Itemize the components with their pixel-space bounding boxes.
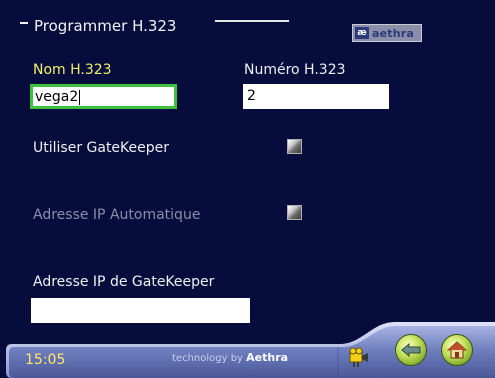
nom-h323-input[interactable]: vega2 bbox=[30, 84, 177, 109]
text-cursor bbox=[79, 89, 81, 105]
ip-auto-checkbox[interactable] bbox=[287, 205, 302, 220]
title-dash bbox=[20, 22, 28, 24]
camera-icon[interactable] bbox=[348, 346, 370, 368]
gatekeeper-label: Utiliser GateKeeper bbox=[33, 140, 170, 156]
numero-h323-input[interactable]: 2 bbox=[243, 84, 389, 109]
numero-h323-label: Numéro H.323 bbox=[244, 62, 346, 78]
back-arrow-icon bbox=[401, 343, 421, 357]
page-title: Programmer H.323 bbox=[20, 15, 176, 37]
aethra-logo: æ aethra bbox=[352, 24, 422, 42]
home-icon bbox=[447, 341, 467, 359]
tech-brand: Aethra bbox=[246, 351, 289, 364]
logo-mark: æ bbox=[355, 27, 369, 39]
page-title-text: Programmer H.323 bbox=[34, 17, 177, 35]
title-divider bbox=[215, 20, 289, 22]
gatekeeper-ip-label: Adresse IP de GateKeeper bbox=[33, 274, 215, 290]
logo-text: aethra bbox=[372, 26, 415, 40]
nom-h323-label: Nom H.323 bbox=[33, 62, 112, 78]
nom-h323-value: vega2 bbox=[35, 89, 79, 105]
tech-prefix: technology by bbox=[172, 353, 243, 364]
settings-screen: Programmer H.323 æ aethra Nom H.323 vega… bbox=[0, 0, 495, 378]
back-button[interactable] bbox=[395, 334, 427, 366]
technology-by-aethra: technology by Aethra bbox=[172, 351, 288, 364]
numero-h323-value: 2 bbox=[247, 88, 256, 104]
home-button[interactable] bbox=[441, 334, 473, 366]
ip-auto-label: Adresse IP Automatique bbox=[33, 207, 201, 223]
clock-time: 15:05 bbox=[25, 352, 66, 368]
gatekeeper-checkbox[interactable] bbox=[287, 139, 302, 154]
